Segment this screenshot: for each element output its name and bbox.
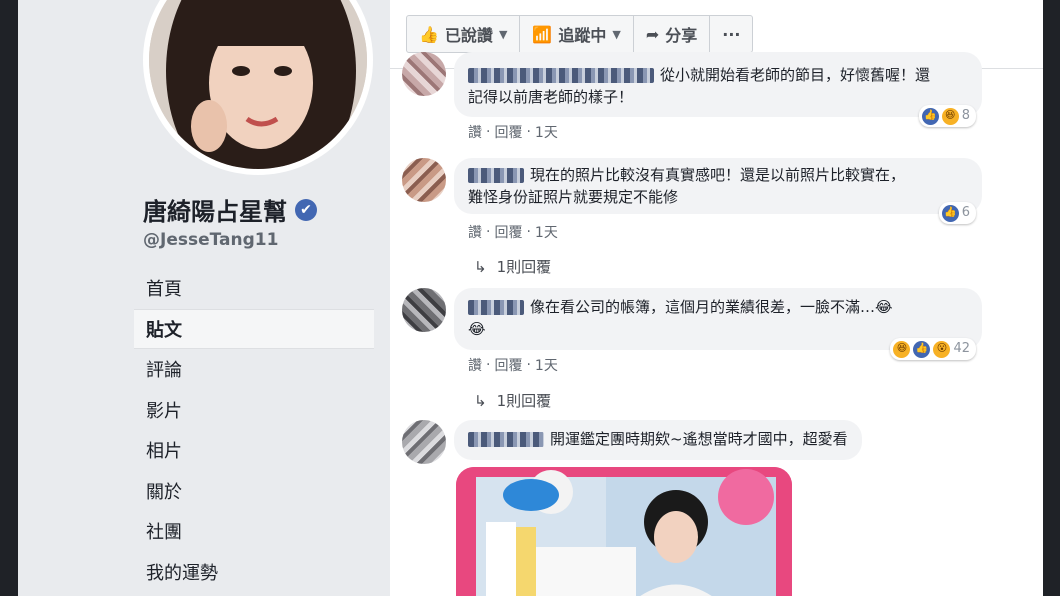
comment-item: 從小就開始看老師的節目，好懷舊喔！還 記得以前唐老師的樣子！ 👍 😆 8	[402, 52, 982, 127]
view-replies-link[interactable]: ↳ 1則回覆	[474, 390, 551, 411]
view-replies-link[interactable]: ↳ 1則回覆	[474, 256, 551, 277]
tv-show-screenshot	[456, 467, 792, 596]
rss-icon: 📶	[532, 24, 553, 44]
following-button[interactable]: 📶 追蹤中 ▼	[520, 16, 634, 52]
reaction-summary[interactable]: 😆 👍 😮 42	[890, 338, 976, 360]
reply-link[interactable]: 回覆	[494, 222, 522, 242]
comment-bubble: 現在的照片比較沒有真實感吧！還是以前照片比較實在， 難怪身份証照片就要規定不能修…	[454, 158, 982, 224]
like-reaction-icon: 👍	[921, 107, 939, 125]
profile-sidebar: 唐綺陽占星幫 ✔ @JesseTang11 首頁 貼文 評論 影片 相片 關於 …	[18, 0, 390, 596]
comment-photo[interactable]	[456, 467, 792, 596]
nav-item-groups[interactable]: 社團	[134, 511, 374, 552]
comment-bubble: 像在看公司的帳簿，這個月的業績很差，一臉不滿…😂 😂 😆 👍 😮 42	[454, 288, 982, 360]
commenter-name[interactable]	[468, 432, 544, 447]
nav-item-home[interactable]: 首頁	[134, 268, 374, 309]
haha-reaction-icon: 😆	[941, 107, 959, 125]
reply-link[interactable]: 回覆	[494, 355, 522, 375]
nav-item-about[interactable]: 關於	[134, 471, 374, 512]
nav-item-videos[interactable]: 影片	[134, 390, 374, 431]
reply-arrow-icon: ↳	[474, 257, 487, 276]
page-action-bar: 👍 已說讚 ▼ 📶 追蹤中 ▼ ➦ 分享 ···	[406, 15, 754, 53]
comment-bubble: 從小就開始看老師的節目，好懷舊喔！還 記得以前唐老師的樣子！ 👍 😆 8	[454, 52, 982, 127]
share-arrow-icon: ➦	[645, 24, 660, 44]
reply-arrow-icon: ↳	[474, 391, 487, 410]
haha-reaction-icon: 😆	[893, 340, 911, 358]
commenter-avatar[interactable]	[402, 420, 446, 464]
comment-item: 像在看公司的帳簿，這個月的業績很差，一臉不滿…😂 😂 😆 👍 😮 42	[402, 288, 982, 360]
right-dark-border	[1043, 0, 1060, 596]
reply-link[interactable]: 回覆	[494, 122, 522, 142]
comment-timestamp[interactable]: 1天	[535, 355, 558, 375]
commenter-avatar[interactable]	[402, 52, 446, 96]
like-reaction-icon: 👍	[941, 204, 959, 222]
nav-item-posts[interactable]: 貼文	[134, 308, 374, 349]
like-link[interactable]: 讚	[468, 222, 482, 242]
caret-down-icon: ▼	[612, 27, 621, 41]
reaction-summary[interactable]: 👍 6	[938, 202, 976, 224]
comment-meta: 讚 · 回覆 · 1天	[468, 122, 558, 142]
comment-item: 開運鑑定團時期欸~遙想當時才國中，超愛看	[402, 420, 862, 464]
comment-timestamp[interactable]: 1天	[535, 222, 558, 242]
liked-button[interactable]: 👍 已說讚 ▼	[407, 16, 521, 52]
comment-feed: 👍 已說讚 ▼ 📶 追蹤中 ▼ ➦ 分享 ··· 從小就開始看老師的節目，好懷舊…	[390, 0, 1043, 596]
profile-avatar[interactable]	[143, 0, 373, 175]
page-title[interactable]: 唐綺陽占星幫 ✔	[143, 192, 317, 227]
thumbs-up-icon: 👍	[419, 24, 439, 44]
more-icon: ···	[722, 24, 741, 44]
comment-bubble: 開運鑑定團時期欸~遙想當時才國中，超愛看	[454, 420, 862, 460]
comment-meta: 讚 · 回覆 · 1天	[468, 355, 558, 375]
page-nav: 首頁 貼文 評論 影片 相片 關於 社團 我的運勢	[134, 268, 374, 592]
commenter-name[interactable]	[468, 68, 654, 83]
comment-item: 現在的照片比較沒有真實感吧！還是以前照片比較實在， 難怪身份証照片就要規定不能修…	[402, 158, 982, 224]
page-handle: @JesseTang11	[143, 230, 279, 250]
nav-item-photos[interactable]: 相片	[134, 430, 374, 471]
caret-down-icon: ▼	[498, 27, 508, 41]
like-link[interactable]: 讚	[468, 355, 482, 375]
commenter-name[interactable]	[468, 300, 524, 315]
commenter-avatar[interactable]	[402, 158, 446, 202]
reaction-summary[interactable]: 👍 😆 8	[918, 105, 976, 127]
comment-meta: 讚 · 回覆 · 1天	[468, 222, 558, 242]
nav-item-reviews[interactable]: 評論	[134, 349, 374, 390]
like-link[interactable]: 讚	[468, 122, 482, 142]
left-dark-border	[0, 0, 18, 596]
comment-timestamp[interactable]: 1天	[535, 122, 558, 142]
verified-badge-icon: ✔	[295, 198, 317, 221]
profile-photo	[149, 0, 367, 169]
share-button[interactable]: ➦ 分享	[634, 16, 711, 52]
wow-reaction-icon: 😮	[933, 340, 951, 358]
nav-item-horoscope[interactable]: 我的運勢	[134, 552, 374, 593]
commenter-avatar[interactable]	[402, 288, 446, 332]
like-reaction-icon: 👍	[913, 340, 931, 358]
page-name-text: 唐綺陽占星幫	[143, 198, 287, 226]
commenter-name[interactable]	[468, 168, 524, 183]
more-options-button[interactable]: ···	[710, 16, 752, 52]
